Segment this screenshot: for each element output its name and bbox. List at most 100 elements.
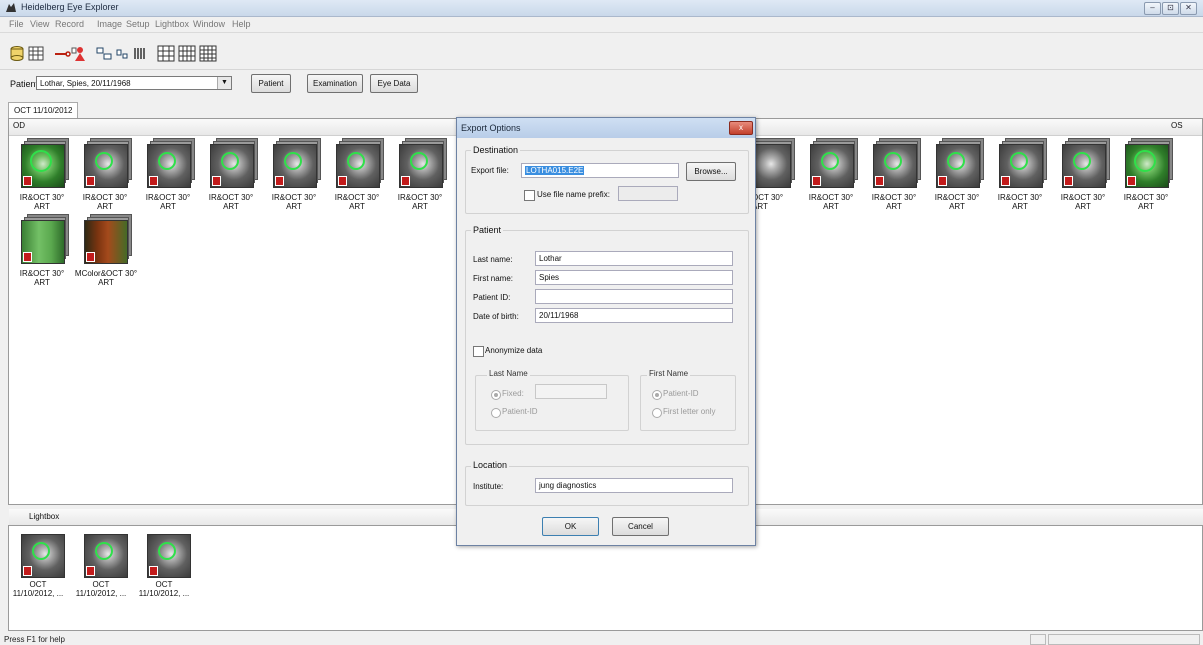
layout-a-icon[interactable] xyxy=(95,45,113,62)
od-thumbnail[interactable] xyxy=(271,138,321,191)
prefix-input[interactable] xyxy=(618,186,678,201)
first-name-patient-id-radio[interactable] xyxy=(652,390,662,400)
grid-4x4-icon[interactable] xyxy=(199,45,217,62)
layout-b-icon[interactable] xyxy=(113,45,131,62)
od-thumbnail[interactable] xyxy=(82,138,132,191)
examination-button[interactable]: Examination xyxy=(307,74,363,93)
browse-button[interactable]: Browse... xyxy=(686,162,736,181)
patient-select[interactable]: Lothar, Spies, 20/11/1968 ▼ xyxy=(36,76,232,90)
patient-icon[interactable] xyxy=(70,45,88,62)
menu-file[interactable]: File xyxy=(9,19,24,29)
thumbnail-caption: IR&OCT 30° ART xyxy=(934,193,980,211)
fixed-radio[interactable] xyxy=(491,390,501,400)
lightbox-label: Lightbox xyxy=(29,512,60,521)
thumbnail-caption: IR&OCT 30° ART xyxy=(145,193,191,211)
minimize-button[interactable]: – xyxy=(1144,2,1161,15)
menu-view[interactable]: View xyxy=(30,19,49,29)
maximize-button[interactable]: ⊡ xyxy=(1162,2,1179,15)
anonymize-checkbox[interactable] xyxy=(473,346,484,357)
first-letter-only-label: First letter only xyxy=(663,407,716,416)
grid-4x3-icon[interactable] xyxy=(178,45,196,62)
lightbox-thumbnail[interactable] xyxy=(19,528,69,581)
dialog-close-button[interactable]: x xyxy=(729,121,753,135)
anonymize-label: Anonymize data xyxy=(485,346,543,355)
os-thumbnail[interactable] xyxy=(871,138,921,191)
last-name-patient-id-label: Patient-ID xyxy=(502,407,538,416)
od-thumbnail[interactable] xyxy=(19,138,69,191)
use-prefix-label: Use file name prefix: xyxy=(537,190,610,199)
dob-label: Date of birth: xyxy=(473,312,519,321)
first-letter-only-radio[interactable] xyxy=(652,408,662,418)
export-options-dialog: Export Options x Destination Export file… xyxy=(456,117,756,546)
use-prefix-checkbox[interactable] xyxy=(524,190,535,201)
od-thumbnail[interactable] xyxy=(208,138,258,191)
export-file-input[interactable]: LOTHA015.E2E xyxy=(521,163,679,178)
lightbox-thumbnail[interactable] xyxy=(82,528,132,581)
menu-lightbox[interactable]: Lightbox xyxy=(155,19,189,29)
thumbnail-caption: MColor&OCT 30° ART xyxy=(74,269,138,287)
od-thumbnail[interactable] xyxy=(19,214,69,267)
grid-3x3-icon[interactable] xyxy=(157,45,175,62)
last-name-input[interactable]: Lothar xyxy=(535,251,733,266)
dialog-title: Export Options xyxy=(461,123,521,133)
thumbnail-caption: OCT 11/10/2012, ... xyxy=(138,580,190,598)
os-thumbnail[interactable] xyxy=(1123,138,1173,191)
thumbnail-caption: IR&OCT 30° ART xyxy=(334,193,380,211)
menu-window[interactable]: Window xyxy=(193,19,225,29)
cancel-button[interactable]: Cancel xyxy=(612,517,669,536)
os-thumbnail[interactable] xyxy=(808,138,858,191)
last-name-patient-id-radio[interactable] xyxy=(491,408,501,418)
menu-record[interactable]: Record xyxy=(55,19,84,29)
od-thumbnail[interactable] xyxy=(334,138,384,191)
institute-input[interactable]: jung diagnostics xyxy=(535,478,733,493)
thumbnail-caption: IR&OCT 30° ART xyxy=(871,193,917,211)
ok-button[interactable]: OK xyxy=(542,517,599,536)
status-pane xyxy=(1048,634,1200,645)
os-label: OS xyxy=(1171,121,1183,130)
od-thumbnail[interactable] xyxy=(82,214,132,267)
first-name-input[interactable]: Spies xyxy=(535,270,733,285)
patient-id-label: Patient ID: xyxy=(473,293,511,302)
thumbnail-caption: IR&OCT 30° ART xyxy=(82,193,128,211)
od-thumbnail[interactable] xyxy=(397,138,447,191)
od-thumbnail[interactable] xyxy=(145,138,195,191)
patient-group-title: Patient xyxy=(471,225,504,235)
thumbnail-caption: IR&OCT 30° ART xyxy=(271,193,317,211)
fixed-label: Fixed: xyxy=(502,389,524,398)
dropdown-arrow-icon[interactable]: ▼ xyxy=(217,77,231,89)
thumbnail-caption: IR&OCT 30° ART xyxy=(997,193,1043,211)
thumbnail-caption: IR&OCT 30° ART xyxy=(397,193,443,211)
tab-examination-date[interactable]: OCT 11/10/2012 xyxy=(8,102,79,119)
institute-label: Institute: xyxy=(473,482,504,491)
destination-group xyxy=(465,150,749,214)
eye-data-button[interactable]: Eye Data xyxy=(370,74,418,93)
thumbnail-caption: IR&OCT 30° ART xyxy=(208,193,254,211)
menu-setup[interactable]: Setup xyxy=(126,19,150,29)
location-group-title: Location xyxy=(471,460,510,470)
database-icon[interactable] xyxy=(8,45,26,62)
first-name-options-title: First Name xyxy=(647,369,691,378)
title-bar xyxy=(0,0,1203,17)
menu-image[interactable]: Image xyxy=(97,19,122,29)
lightbox-thumbnail[interactable] xyxy=(145,528,195,581)
menu-help[interactable]: Help xyxy=(232,19,251,29)
grid-view-icon[interactable] xyxy=(27,45,45,62)
od-label: OD xyxy=(13,121,25,130)
os-thumbnail[interactable] xyxy=(997,138,1047,191)
thumbnail-caption: OCT 11/10/2012, ... xyxy=(75,580,127,598)
os-thumbnail[interactable] xyxy=(934,138,984,191)
window-title: Heidelberg Eye Explorer xyxy=(21,2,119,12)
app-eye-icon xyxy=(6,3,16,12)
patient-button[interactable]: Patient xyxy=(251,74,291,93)
patient-id-input[interactable] xyxy=(535,289,733,304)
dob-input[interactable]: 20/11/1968 xyxy=(535,308,733,323)
close-window-button[interactable]: ✕ xyxy=(1180,2,1197,15)
link-icon[interactable] xyxy=(53,45,71,62)
patient-select-value: Lothar, Spies, 20/11/1968 xyxy=(40,79,131,88)
thumbnail-caption: IR&OCT 30° ART xyxy=(808,193,854,211)
thumbnail-caption: IR&OCT 30° ART xyxy=(19,193,65,211)
fixed-input[interactable] xyxy=(535,384,607,399)
bars-icon[interactable] xyxy=(131,45,149,62)
os-thumbnail[interactable] xyxy=(1060,138,1110,191)
status-bar xyxy=(0,633,1203,643)
